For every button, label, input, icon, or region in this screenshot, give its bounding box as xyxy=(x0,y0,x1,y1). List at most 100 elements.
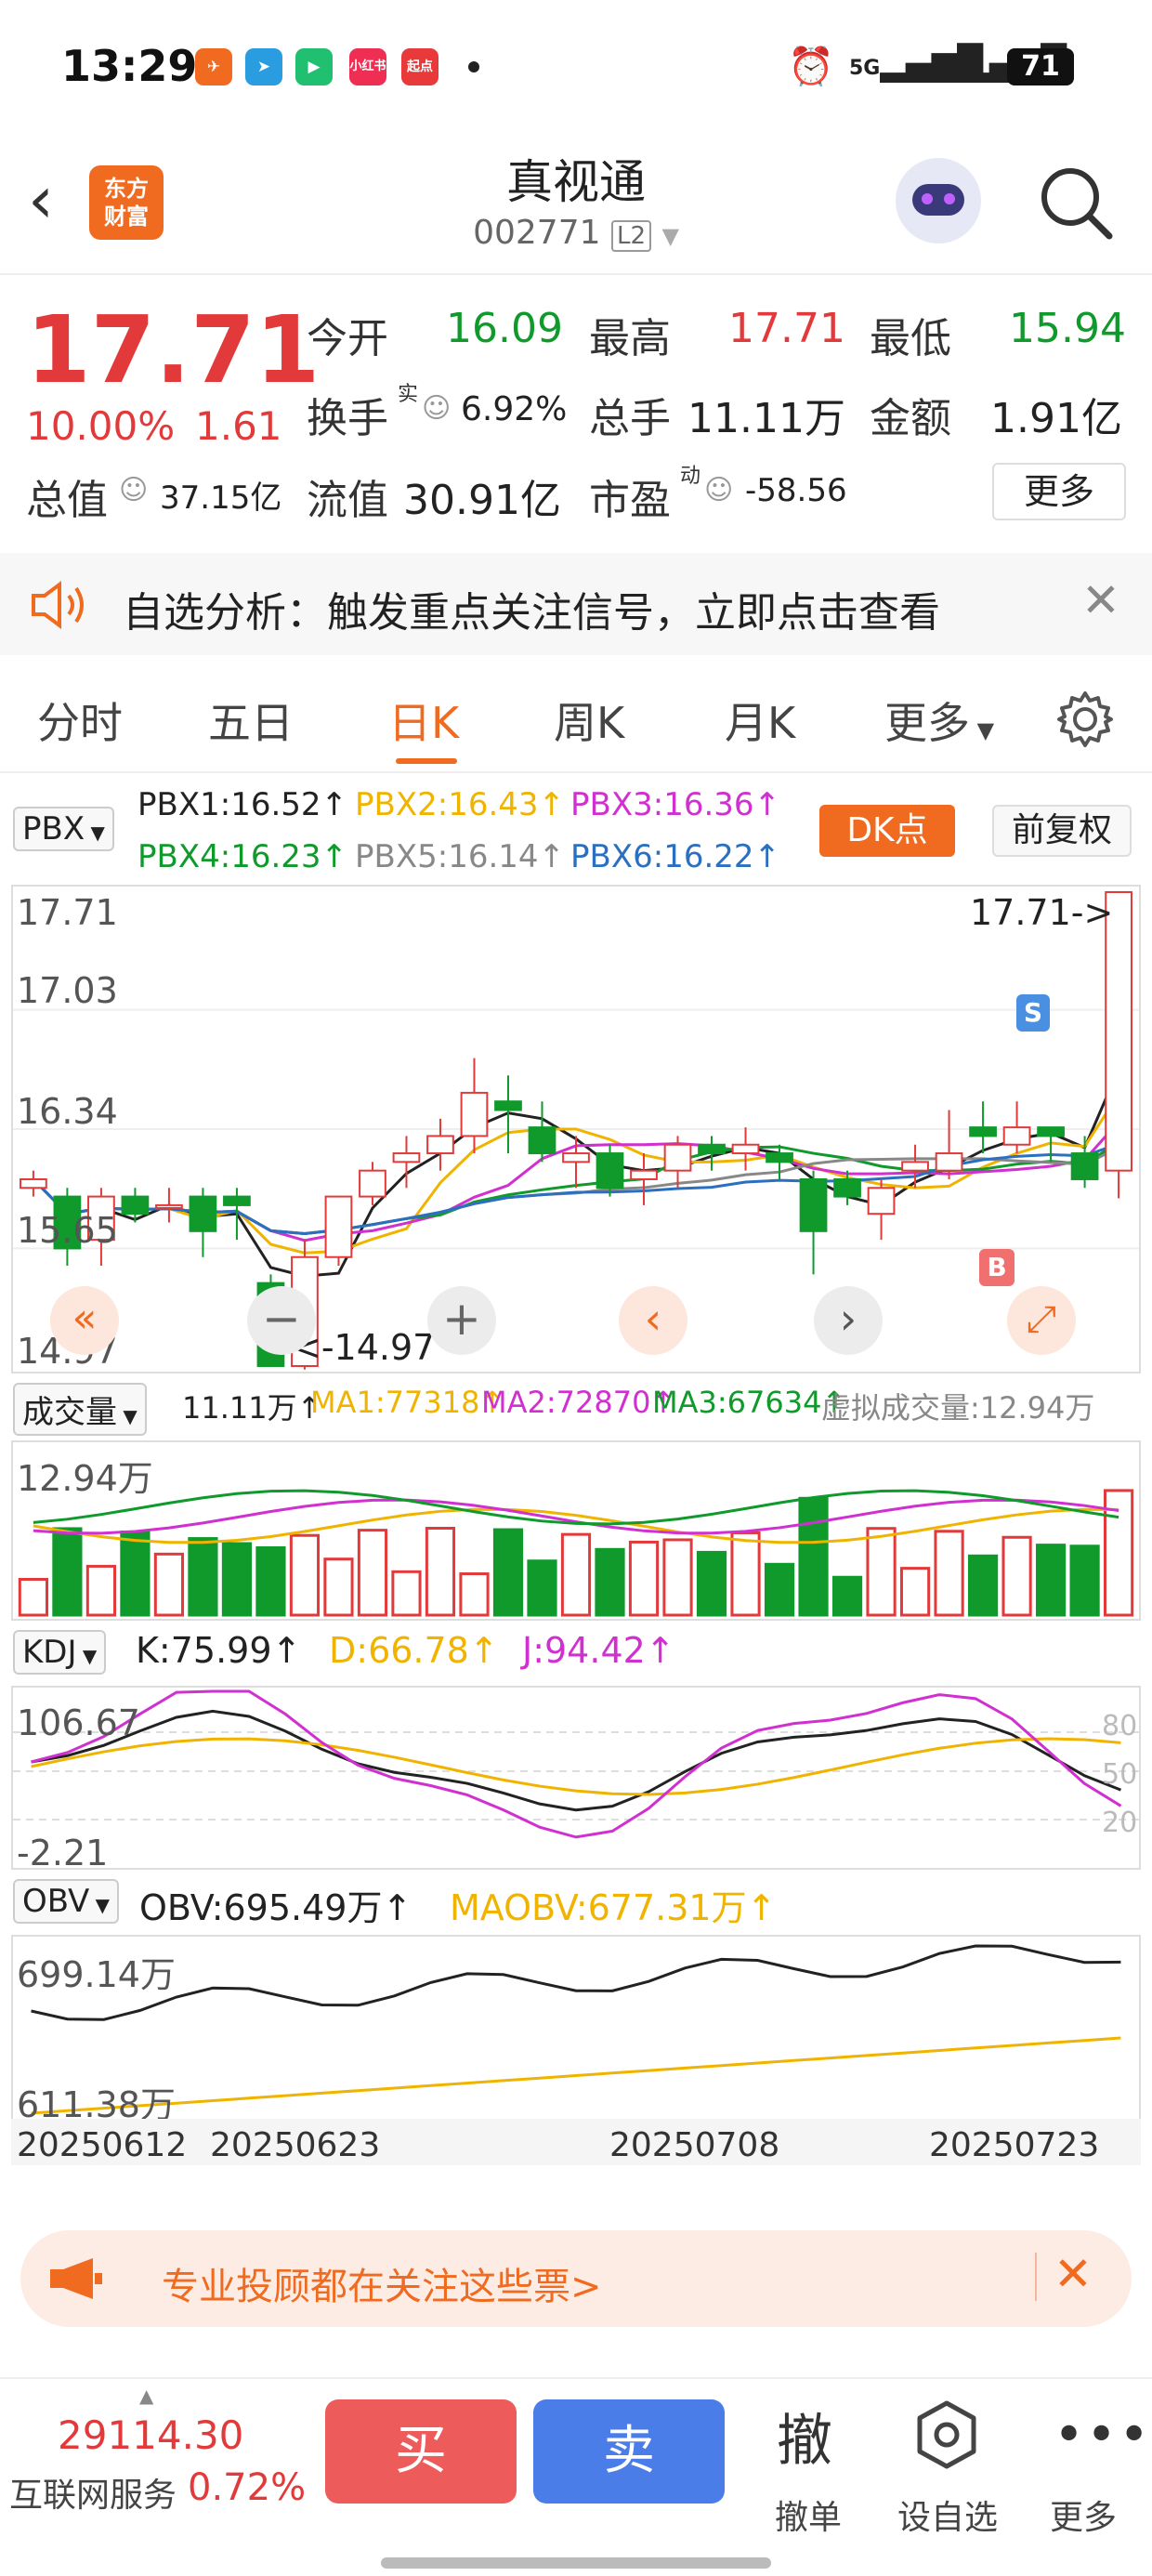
candle-body xyxy=(630,1169,658,1180)
kdj-k-line xyxy=(31,1709,1122,1812)
status-time: 13:29 xyxy=(61,41,198,91)
add-watchlist-icon[interactable] xyxy=(914,2399,979,2470)
tab-five-day[interactable]: 五日 xyxy=(208,690,294,751)
amount-label: 金额 xyxy=(870,395,951,442)
pbx3-value: PBX3:16.36↑ xyxy=(570,786,781,823)
kdj-chart[interactable]: 106.67 -2.21 80 50 20 xyxy=(11,1686,1141,1873)
maobv-line xyxy=(31,2036,1121,2115)
tab-daily-k[interactable]: 日K xyxy=(388,690,459,751)
cancel-order-icon[interactable]: 撤 xyxy=(777,2396,832,2477)
period-tabs: 分时 五日 日K 周K 月K 更多 ▼ xyxy=(0,662,1152,773)
indicator-select-obv[interactable]: OBV ▼ xyxy=(13,1879,120,1924)
candle-body xyxy=(392,1152,421,1163)
advisor-banner[interactable]: 专业投顾都在关注这些票> ✕ xyxy=(20,2230,1132,2327)
buy-button[interactable]: 买 xyxy=(325,2399,517,2504)
close-icon[interactable]: ✕ xyxy=(1054,2247,1093,2301)
kdj-d-line xyxy=(31,1737,1121,1796)
candle-body xyxy=(799,1177,828,1232)
pbx2-value: PBX2:16.43↑ xyxy=(355,786,566,823)
tab-weekly-k[interactable]: 周K xyxy=(554,690,624,751)
volume-bar xyxy=(153,1552,185,1617)
add-watchlist-label[interactable]: 设自选 xyxy=(883,2491,1013,2539)
megaphone-icon xyxy=(50,2258,102,2299)
stock-code: 002771 xyxy=(473,214,601,252)
volume-bar xyxy=(52,1527,83,1617)
adjust-mode-button[interactable]: 前复权 xyxy=(992,805,1132,857)
scroll-start-button[interactable]: « xyxy=(50,1286,119,1355)
candle-body xyxy=(426,1135,454,1155)
pbx1-value: PBX1:16.52↑ xyxy=(137,786,348,823)
change-percent: 10.00% xyxy=(26,403,176,449)
buy-signal-badge[interactable]: B xyxy=(979,1249,1015,1286)
y-axis-label: 17.71 xyxy=(17,892,118,933)
candle-body xyxy=(731,1143,760,1155)
robot-assistant-avatar[interactable] xyxy=(896,158,981,243)
tab-monthly-k[interactable]: 月K xyxy=(725,690,795,751)
kdj-j: J:94.42↑ xyxy=(522,1630,675,1671)
volume-value: 11.11万↑ xyxy=(182,1390,322,1426)
volume-bar xyxy=(391,1570,422,1617)
volume-bar xyxy=(798,1496,829,1617)
alarm-icon: ⏰ xyxy=(788,46,834,88)
dk-point-button[interactable]: DK点 xyxy=(819,805,955,857)
fullscreen-icon[interactable]: ⤢ xyxy=(1007,1286,1076,1355)
scroll-left-button[interactable]: ‹ xyxy=(619,1286,687,1355)
chevron-down-icon: ▼ xyxy=(661,223,679,249)
low-value: 15.94 xyxy=(1009,305,1126,352)
battery-icon: 71 xyxy=(1007,48,1074,85)
realtime-superscript: 实 xyxy=(398,383,419,406)
kline-chart[interactable]: 17.71 17.03 16.34 15.65 14.97 17.71-> <-… xyxy=(11,885,1141,1373)
alert-text: 自选分析：触发重点关注信号，立即点击查看 xyxy=(123,589,940,637)
scroll-right-button[interactable]: › xyxy=(814,1286,883,1355)
search-icon[interactable] xyxy=(1037,164,1115,242)
market-cap-value: 37.15亿 xyxy=(160,480,282,517)
info-icon[interactable]: ☺ xyxy=(119,474,148,506)
volume-bar xyxy=(18,1578,49,1617)
stock-header: ‹ 东方 财富 真视通 002771 L2 ▼ xyxy=(0,139,1152,275)
low-label: 最低 xyxy=(870,315,951,362)
obv-svg xyxy=(31,1944,1121,2115)
candle-body xyxy=(155,1203,183,1209)
indicator-select-volume[interactable]: 成交量 ▼ xyxy=(13,1383,147,1436)
sell-signal-badge[interactable]: S xyxy=(1016,994,1050,1032)
tab-intraday[interactable]: 分时 xyxy=(37,690,123,751)
candle-body xyxy=(969,1126,997,1137)
indicator-select-kdj[interactable]: KDJ ▼ xyxy=(13,1630,107,1675)
more-label[interactable]: 更多 xyxy=(1018,2491,1148,2539)
info-icon[interactable]: ☺ xyxy=(704,474,733,506)
volume-bar xyxy=(221,1542,253,1617)
cancel-order-label[interactable]: 撤单 xyxy=(743,2491,873,2539)
zoom-in-button[interactable]: + xyxy=(427,1286,496,1355)
vol-ma2: MA2:72870↑ xyxy=(481,1385,676,1420)
speaker-icon xyxy=(32,581,84,629)
y-axis-label: 15.65 xyxy=(17,1210,118,1251)
sector-index-value[interactable]: 29114.30 xyxy=(58,2412,243,2458)
volume-ma-line xyxy=(33,1489,1119,1526)
obv-chart[interactable]: 699.14万 611.38万 xyxy=(11,1935,1141,2125)
zoom-out-button[interactable]: − xyxy=(247,1286,316,1355)
volume-chart[interactable]: 12.94万 xyxy=(11,1440,1141,1621)
kdj-k: K:75.99↑ xyxy=(136,1630,302,1671)
analysis-alert[interactable]: 自选分析：触发重点关注信号，立即点击查看 ✕ xyxy=(0,553,1152,655)
more-button[interactable]: 更多 xyxy=(992,463,1126,520)
sector-name[interactable]: 互联网服务 xyxy=(9,2468,177,2517)
home-indicator xyxy=(381,2557,771,2569)
candle-body xyxy=(867,1187,896,1216)
stock-code-row[interactable]: 002771 L2 ▼ xyxy=(0,214,1152,252)
status-bar: 13:29 ✈ ➤ ▶ 小红书 起点 ⏰ 5G▂▄▆█ 5G▂▄▆█ 71 xyxy=(0,0,1152,139)
sell-button[interactable]: 卖 xyxy=(533,2399,725,2504)
amount-value: 1.91亿 xyxy=(990,395,1122,442)
more-dots-icon[interactable]: ••• xyxy=(1054,2405,1151,2465)
volume-bar xyxy=(1035,1544,1067,1617)
market-cap-label: 总值 xyxy=(26,477,108,524)
high-value: 17.71 xyxy=(728,305,845,352)
info-icon[interactable]: ☺ xyxy=(422,392,451,425)
close-icon[interactable]: ✕ xyxy=(1081,573,1120,627)
date-label: 20250623 xyxy=(210,2126,381,2164)
current-price: 17.71 xyxy=(26,296,321,404)
tab-more[interactable]: 更多 ▼ xyxy=(884,690,994,751)
pe-label: 市盈 xyxy=(589,477,671,524)
indicator-select-pbx[interactable]: PBX ▼ xyxy=(13,807,114,851)
expand-up-icon[interactable]: ▲ xyxy=(139,2385,153,2407)
settings-gear-icon[interactable] xyxy=(1055,690,1115,749)
